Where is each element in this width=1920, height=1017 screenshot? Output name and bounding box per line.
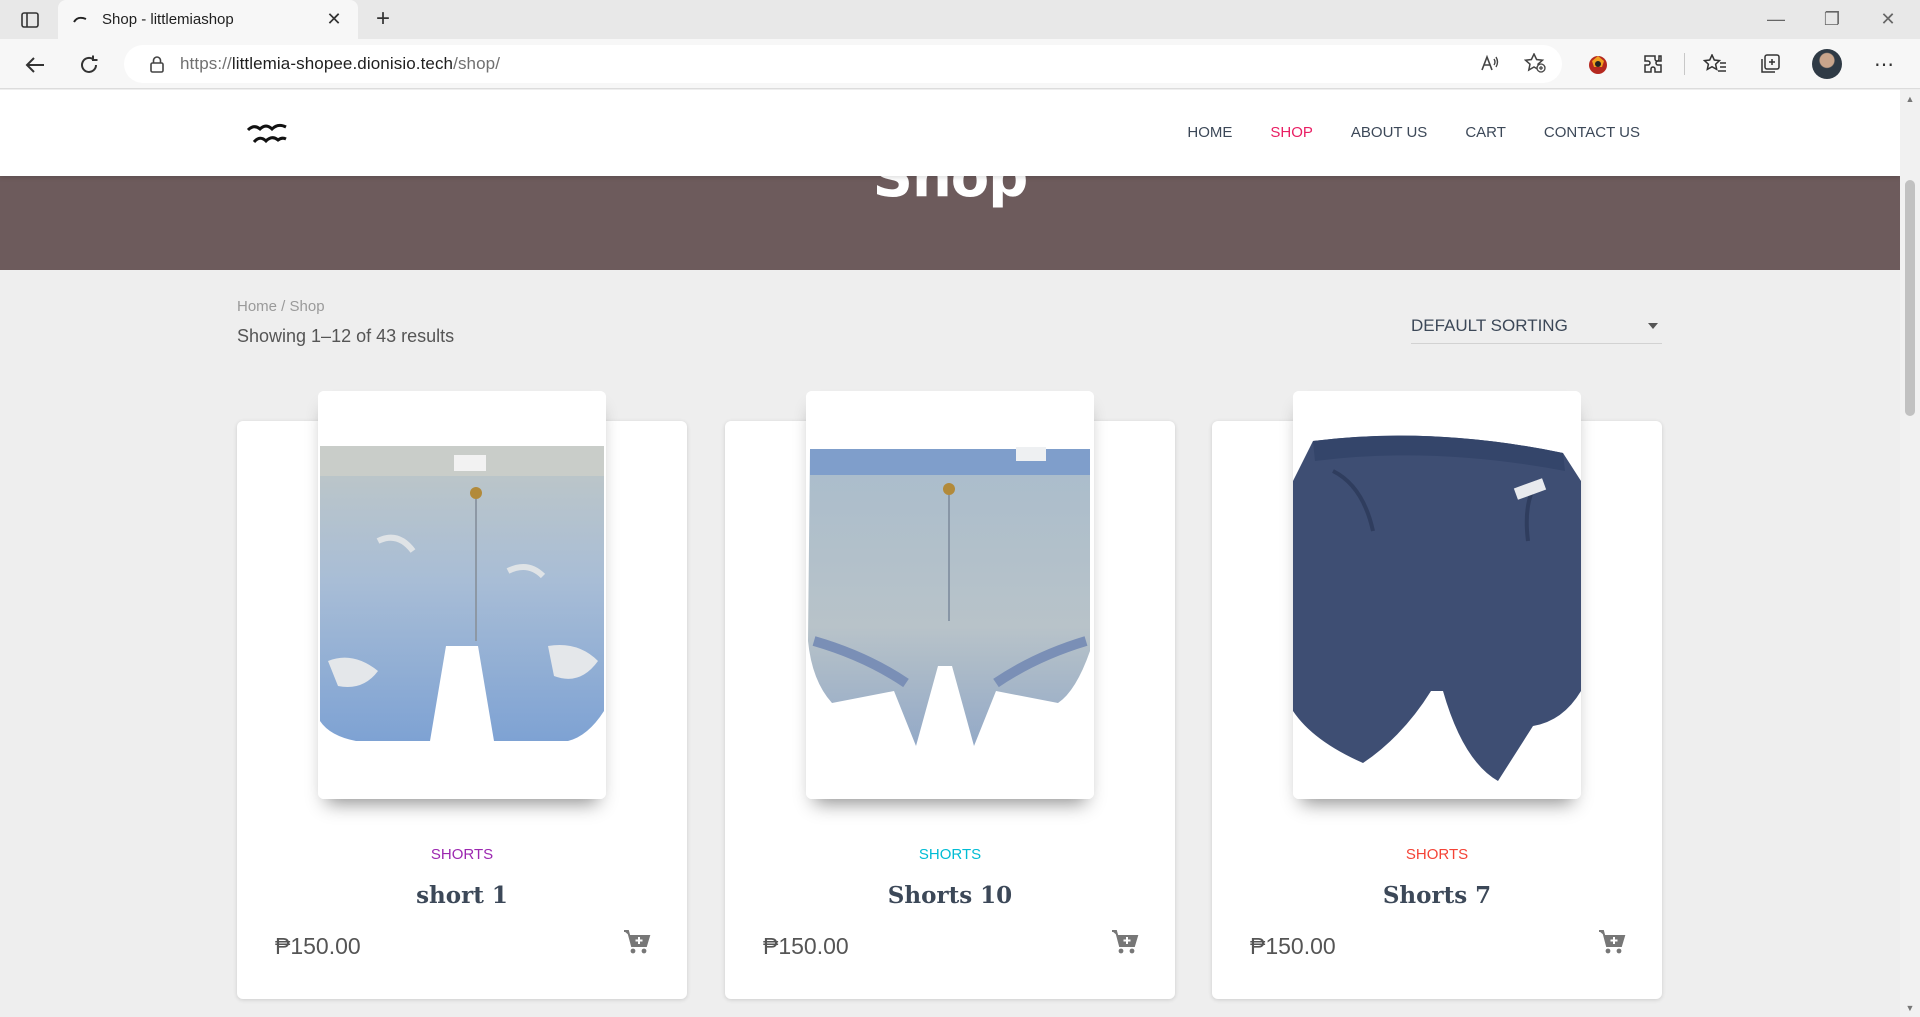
- toolbar-divider: [1684, 53, 1685, 75]
- product-price: ₱150.00: [275, 933, 361, 959]
- page-scrollbar[interactable]: ▲ ▼: [1900, 90, 1920, 1017]
- profile-avatar[interactable]: [1812, 49, 1842, 79]
- product-card[interactable]: SHORTS Shorts 7 ₱150.00: [1212, 391, 1662, 999]
- favorites-icon[interactable]: [1697, 47, 1733, 81]
- product-category[interactable]: SHORTS: [237, 846, 687, 863]
- scrollbar-thumb[interactable]: [1905, 180, 1915, 416]
- site-logo[interactable]: [244, 118, 292, 148]
- new-tab-button[interactable]: +: [368, 4, 398, 34]
- url-scheme: https://: [180, 54, 232, 73]
- add-favorite-icon[interactable]: [1520, 48, 1550, 78]
- lock-icon[interactable]: [148, 55, 166, 73]
- main-menu: HOME SHOP ABOUT US CART CONTACT US: [1149, 124, 1640, 141]
- tab-title: Shop - littlemiashop: [102, 11, 234, 28]
- product-title[interactable]: Shorts 7: [1212, 882, 1662, 909]
- product-category[interactable]: SHORTS: [725, 846, 1175, 863]
- menu-home[interactable]: HOME: [1187, 124, 1232, 141]
- product-card[interactable]: SHORTS short 1 ₱150.00: [237, 391, 687, 999]
- sorting-select[interactable]: DEFAULT SORTING: [1411, 308, 1662, 344]
- add-to-cart-icon[interactable]: [1111, 929, 1141, 959]
- product-image[interactable]: [318, 391, 606, 799]
- url-host: littlemia-shopee.dionisio.tech: [231, 54, 454, 73]
- product-title[interactable]: short 1: [237, 882, 687, 909]
- web-page: Shop HOME SHOP ABOUT US CART CONTACT US …: [0, 90, 1900, 1017]
- collections-icon[interactable]: [1752, 47, 1788, 81]
- breadcrumb[interactable]: Home / Shop: [237, 298, 325, 315]
- address-bar[interactable]: https://littlemia-shopee.dionisio.tech/s…: [124, 45, 1562, 83]
- menu-cart[interactable]: CART: [1465, 124, 1506, 141]
- close-tab-icon[interactable]: ✕: [324, 9, 344, 30]
- product-image[interactable]: [806, 391, 1094, 799]
- sorting-selected-value: DEFAULT SORTING: [1411, 315, 1568, 335]
- back-icon[interactable]: [18, 48, 52, 82]
- menu-shop[interactable]: SHOP: [1270, 124, 1313, 141]
- browser-titlebar: Shop - littlemiashop ✕ + — ❐ ✕: [0, 0, 1920, 39]
- menu-about-us[interactable]: ABOUT US: [1351, 124, 1427, 141]
- close-window-icon[interactable]: ✕: [1860, 0, 1916, 39]
- browser-tab[interactable]: Shop - littlemiashop ✕: [58, 0, 358, 39]
- restore-icon[interactable]: ❐: [1804, 0, 1860, 39]
- tab-actions-icon[interactable]: [14, 6, 46, 34]
- extension-game-icon[interactable]: [1580, 47, 1616, 81]
- product-card[interactable]: SHORTS Shorts 10 ₱150.00: [725, 391, 1175, 999]
- minimize-icon[interactable]: —: [1748, 0, 1804, 39]
- product-title[interactable]: Shorts 10: [725, 882, 1175, 909]
- product-price: ₱150.00: [1250, 933, 1336, 959]
- site-favicon-icon: [72, 12, 88, 28]
- extensions-icon[interactable]: [1635, 47, 1671, 81]
- logo-image: [246, 123, 287, 144]
- result-count: Showing 1–12 of 43 results: [237, 326, 455, 346]
- product-category[interactable]: SHORTS: [1212, 846, 1662, 863]
- add-to-cart-icon[interactable]: [1598, 929, 1628, 959]
- refresh-icon[interactable]: [72, 48, 106, 82]
- product-image[interactable]: [1293, 391, 1581, 799]
- chevron-down-icon: [1648, 322, 1658, 329]
- more-options-icon[interactable]: ⋯: [1866, 47, 1902, 81]
- menu-contact-us[interactable]: CONTACT US: [1544, 124, 1640, 141]
- product-price: ₱150.00: [763, 933, 849, 959]
- scroll-down-arrow-icon[interactable]: ▼: [1904, 1002, 1916, 1014]
- url-text: https://littlemia-shopee.dionisio.tech/s…: [180, 54, 500, 74]
- scroll-up-arrow-icon[interactable]: ▲: [1904, 93, 1916, 105]
- url-path: /shop/: [453, 54, 501, 73]
- site-header: HOME SHOP ABOUT US CART CONTACT US: [0, 90, 1900, 176]
- browser-toolbar: https://littlemia-shopee.dionisio.tech/s…: [0, 39, 1920, 89]
- add-to-cart-icon[interactable]: [623, 929, 653, 959]
- read-aloud-icon[interactable]: [1475, 48, 1505, 78]
